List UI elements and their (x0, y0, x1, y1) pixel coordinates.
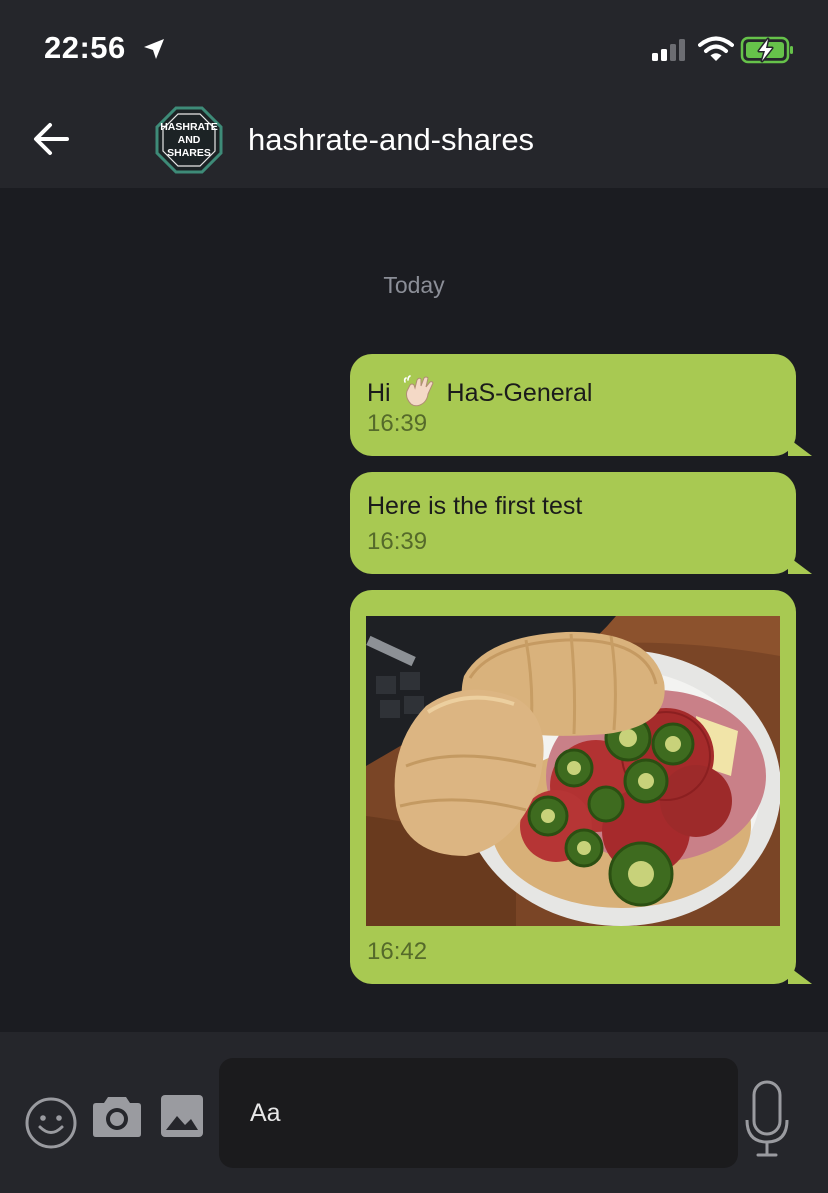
date-separator: Today (383, 272, 445, 298)
message-text: Hi HaS-General (367, 374, 592, 408)
bubble-tail (788, 556, 812, 574)
avatar-line-2: AND (178, 134, 201, 146)
status-time: 22:56 (44, 30, 126, 65)
image-gallery-icon[interactable] (160, 1094, 204, 1138)
back-button[interactable] (28, 116, 74, 162)
composer-bar (0, 1032, 828, 1193)
camera-icon[interactable] (92, 1094, 142, 1138)
wifi-icon (698, 36, 734, 61)
message-text-start: Hi (367, 379, 391, 407)
sandwich-photo[interactable] (366, 616, 780, 926)
message-time: 16:39 (367, 528, 428, 555)
avatar-line-3: SHARES (167, 147, 211, 159)
message-time: 16:42 (367, 938, 428, 965)
location-arrow-icon (144, 39, 164, 59)
microphone-icon[interactable] (744, 1080, 790, 1160)
chat-title[interactable]: hashrate-and-shares (248, 122, 534, 158)
message-time: 16:39 (367, 410, 428, 437)
image-message-bubble[interactable]: 16:42 (350, 590, 812, 984)
status-bar: 22:56 (0, 0, 828, 96)
message-list[interactable]: Today Hi HaS-General 16:39 Here is the f… (0, 188, 828, 1032)
message-bubble[interactable]: Hi HaS-General 16:39 (350, 354, 812, 456)
message-input[interactable] (219, 1058, 738, 1168)
chat-header: HASHRATE AND SHARES hashrate-and-shares (0, 96, 828, 188)
bubble-tail (788, 966, 812, 984)
battery-charging-icon (740, 36, 793, 64)
avatar-line-1: HASHRATE (160, 121, 218, 133)
bubble-tail (788, 438, 812, 456)
group-avatar[interactable]: HASHRATE AND SHARES (154, 105, 224, 175)
smiley-icon[interactable] (24, 1096, 78, 1150)
message-bubble[interactable]: Here is the first test 16:39 (350, 472, 812, 574)
waving-hand-icon (403, 375, 434, 407)
message-text-end: HaS-General (446, 379, 593, 407)
cellular-signal-icon (652, 39, 685, 61)
photo-image (366, 616, 780, 926)
message-text: Here is the first test (367, 492, 583, 520)
arrow-left-icon (34, 123, 69, 155)
